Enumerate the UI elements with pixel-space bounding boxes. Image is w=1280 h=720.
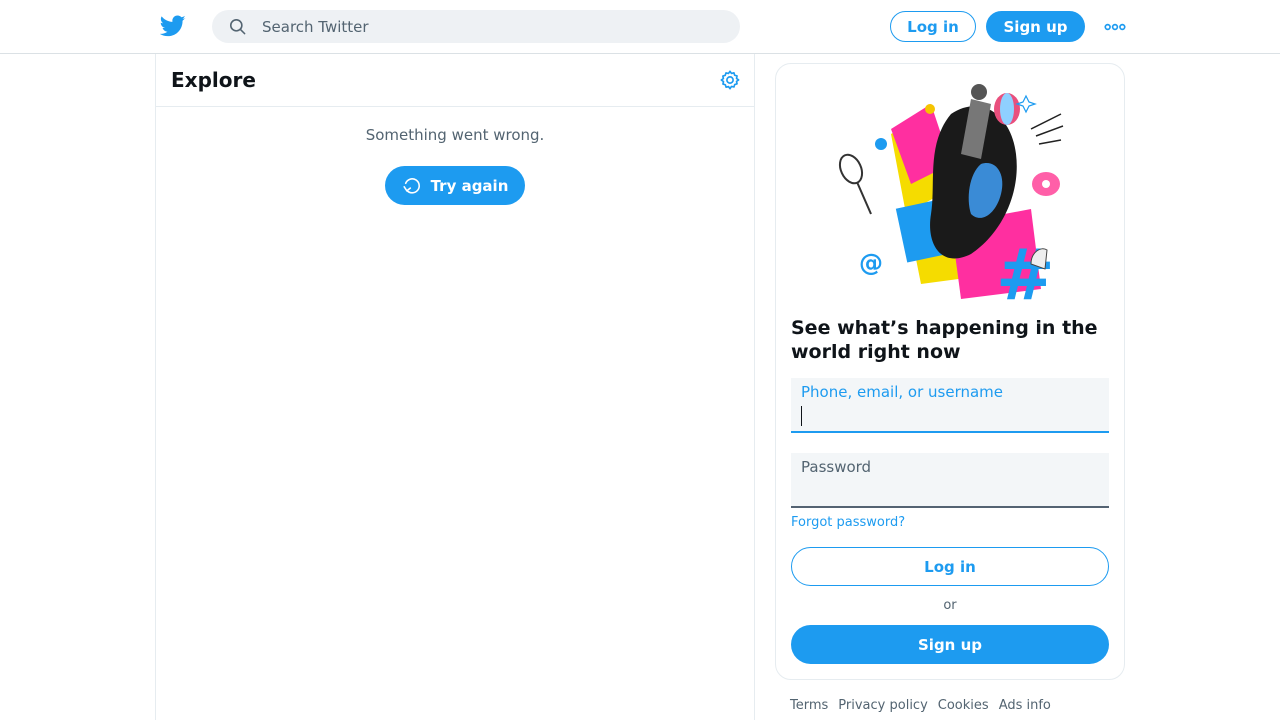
card-login-button[interactable]: Log in	[791, 547, 1109, 586]
collage-illustration: @ #	[831, 74, 1071, 316]
search-icon	[228, 17, 247, 36]
more-horizontal-icon[interactable]	[1103, 16, 1127, 38]
password-field[interactable]: Password	[791, 453, 1109, 508]
page-title: Explore	[171, 68, 256, 92]
login-button[interactable]: Log in	[890, 11, 976, 42]
username-field-label: Phone, email, or username	[801, 383, 1004, 401]
top-bar: Log in Sign up	[0, 0, 1280, 54]
error-message: Something went wrong.	[365, 126, 545, 144]
gear-icon[interactable]	[719, 69, 741, 91]
try-again-button[interactable]: Try again	[385, 166, 525, 205]
footer-link-privacy[interactable]: Privacy policy	[838, 698, 927, 713]
search-bar[interactable]	[212, 10, 740, 43]
login-card: @ # See what’s happening in the world ri…	[775, 63, 1125, 680]
svg-text:@: @	[859, 249, 883, 277]
text-caret	[801, 406, 802, 426]
footer-links: Terms Privacy policy Cookies Ads info	[790, 698, 1051, 713]
footer-link-cookies[interactable]: Cookies	[938, 698, 989, 713]
signup-headline: See what’s happening in the world right …	[791, 317, 1098, 363]
footer-link-ads-info[interactable]: Ads info	[999, 698, 1051, 713]
twitter-bird-icon[interactable]	[159, 13, 186, 39]
or-divider: or	[943, 598, 957, 613]
forgot-password-link[interactable]: Forgot password?	[791, 515, 905, 530]
try-again-label: Try again	[430, 176, 509, 195]
password-field-label: Password	[801, 458, 872, 476]
card-signup-button[interactable]: Sign up	[791, 625, 1109, 664]
svg-text:#: #	[996, 234, 1055, 304]
footer-link-terms[interactable]: Terms	[790, 698, 828, 713]
username-field[interactable]: Phone, email, or username	[791, 378, 1109, 433]
refresh-icon	[402, 175, 423, 196]
main-column: Explore Something went wrong. Try again	[155, 54, 755, 720]
main-header: Explore	[156, 54, 754, 107]
search-input[interactable]	[262, 17, 702, 36]
signup-button[interactable]: Sign up	[986, 11, 1085, 42]
